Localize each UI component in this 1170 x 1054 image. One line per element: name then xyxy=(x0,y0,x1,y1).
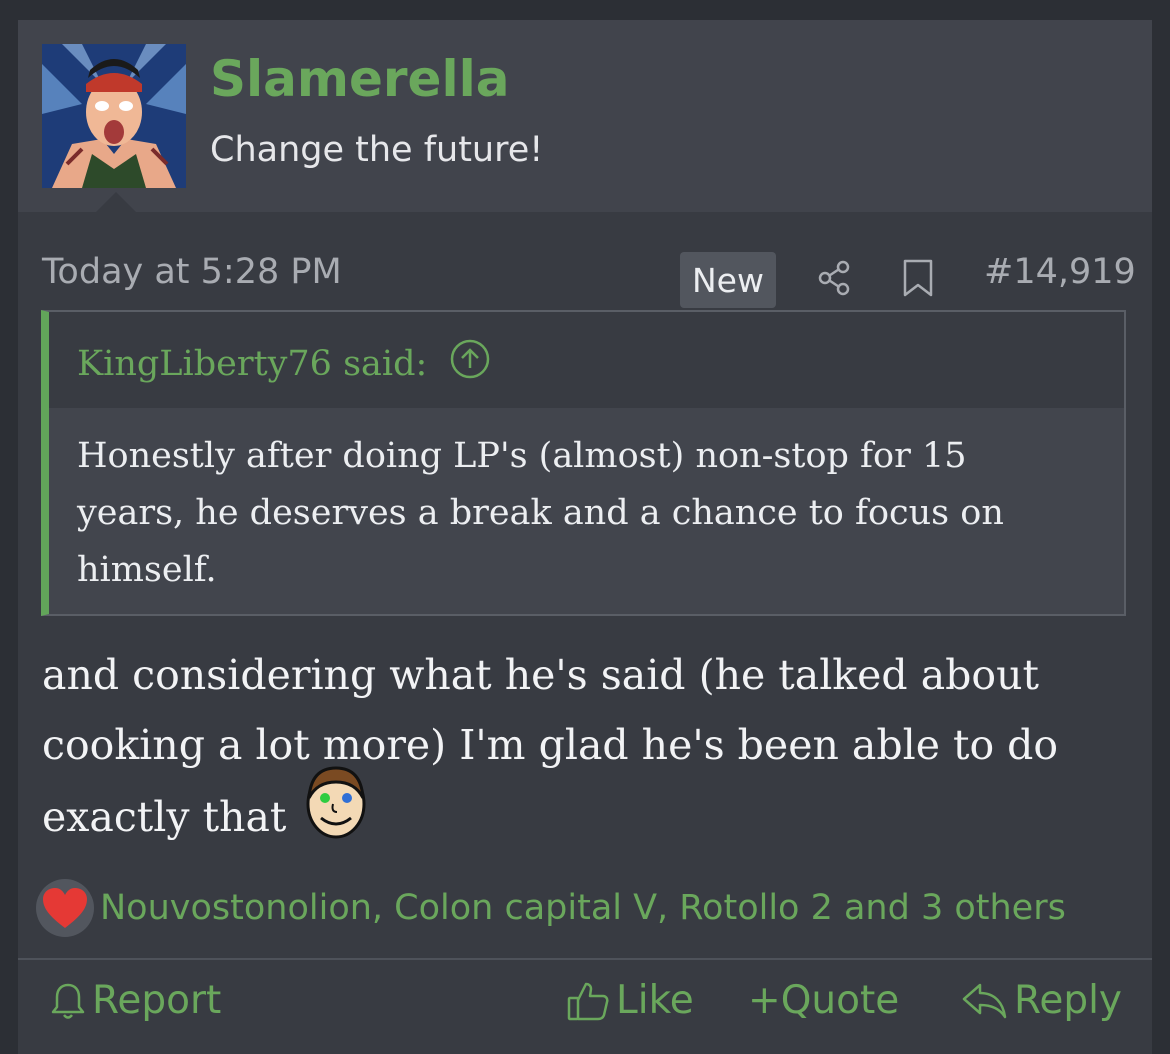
reaction-users[interactable]: Nouvostonolion, Colon capital V, Rotollo… xyxy=(100,888,1066,928)
avatar-image xyxy=(42,44,186,188)
new-badge: New xyxy=(680,252,776,308)
report-label: Report xyxy=(92,978,222,1023)
username[interactable]: Slamerella xyxy=(210,50,510,108)
quote-header: KingLiberty76 said: xyxy=(49,312,1124,408)
post-date[interactable]: Today at 5:28 PM xyxy=(42,252,342,292)
heart-icon xyxy=(43,888,87,928)
quote-author-link[interactable]: KingLiberty76 said: xyxy=(77,338,491,389)
thumbs-up-icon xyxy=(567,982,609,1020)
forum-post: Slamerella Change the future! Today at 5… xyxy=(18,20,1152,1054)
quote-block: KingLiberty76 said: Honestly after doing… xyxy=(41,310,1126,616)
quote-label: Quote xyxy=(780,978,900,1023)
post-header: Slamerella Change the future! xyxy=(18,20,1152,212)
bell-icon xyxy=(51,983,85,1019)
quote-text: Honestly after doing LP's (almost) non-s… xyxy=(77,436,1004,590)
header-pointer xyxy=(96,192,136,212)
report-button[interactable]: Report xyxy=(50,978,221,1023)
plus-icon: + xyxy=(748,978,781,1023)
post-actions: Report Like + Quote Reply xyxy=(18,960,1152,1054)
arrow-up-circle-icon[interactable] xyxy=(449,338,491,389)
smiley-face-icon xyxy=(305,760,367,861)
reaction-badge[interactable] xyxy=(36,879,94,937)
message-body: and considering what he's said (he talke… xyxy=(42,640,1132,861)
page-top-bar xyxy=(0,0,1170,20)
quote-author: KingLiberty76 said: xyxy=(77,343,428,384)
reply-label: Reply xyxy=(1014,978,1123,1023)
quote-button[interactable]: + Quote xyxy=(748,978,899,1023)
like-label: Like xyxy=(616,978,694,1023)
post-number[interactable]: #14,919 xyxy=(984,252,1136,292)
reply-button[interactable]: Reply xyxy=(960,978,1122,1023)
message-text: and considering what he's said (he talke… xyxy=(42,651,1059,841)
like-button[interactable]: Like xyxy=(566,978,694,1023)
user-title: Change the future! xyxy=(210,130,544,170)
reply-arrow-icon xyxy=(962,983,1007,1018)
bookmark-icon[interactable] xyxy=(902,258,934,303)
reactions-bar: Nouvostonolion, Colon capital V, Rotollo… xyxy=(36,878,1136,938)
share-icon[interactable] xyxy=(814,258,854,303)
avatar[interactable] xyxy=(42,44,186,188)
